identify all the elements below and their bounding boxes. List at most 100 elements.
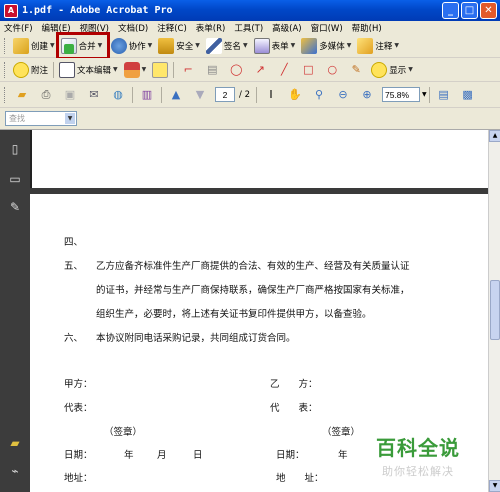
attach-button[interactable] [149,60,171,80]
callout-icon[interactable]: ⌐ [179,61,197,79]
forms-button[interactable]: 表单 ▼ [251,36,299,56]
menu-document[interactable]: 文档(D) [118,22,148,34]
date-a-label: 日期： [64,450,93,461]
chevron-down-icon: ▼ [97,42,103,49]
select-cursor-icon[interactable]: I [262,86,280,104]
clause-five-text-2: 的证书，并经常与生产厂商保持联系，确保生产厂商严格按国家有关标准， [96,285,410,296]
comments-icon[interactable]: ▰ [7,436,23,452]
tasks-toolbar: 创建 ▼ 合并 ▼ 协作 ▼ 安全 ▼ 签名 ▼ 表单 ▼ 多媒体 ▼ 注释 ▼ [0,31,500,60]
combine-button[interactable]: 合并 ▼ [55,31,110,60]
search-toolbar: 查找 ▼ [0,108,500,130]
date-a-day: 日 [193,450,203,461]
combine-files-icon [60,37,77,54]
clause-four: 四、 [64,237,84,248]
pencil-icon[interactable]: ✎ [347,61,365,79]
bookmarks-icon[interactable]: ▭ [7,172,23,188]
vertical-scrollbar[interactable]: ▲ ▼ [488,130,500,492]
zoom-input[interactable] [381,87,420,102]
email-icon[interactable]: ✉ [85,86,103,104]
show-button[interactable]: 显示 ▼ [368,60,416,80]
open-folder-icon[interactable]: ▰ [13,86,31,104]
chevron-down-icon: ▼ [394,42,399,49]
chevron-down-icon: ▼ [346,42,352,49]
addr-b-label: 地 址： [276,473,324,484]
seal-a-label: （签章） [104,427,143,438]
page-number-input[interactable] [215,87,235,102]
stamp-icon [123,61,140,78]
document-properties-icon[interactable]: ▥ [138,86,156,104]
attachments-icon[interactable]: ⌁ [7,464,23,480]
addr-a-label: 地址： [64,473,93,484]
menu-edit[interactable]: 编辑(E) [42,22,71,34]
page-break [30,188,488,194]
menu-window[interactable]: 窗口(W) [311,22,343,34]
date-b-label: 日期： [276,450,305,461]
signatures-icon[interactable]: ✎ [7,200,23,216]
fit-width-icon[interactable]: ▩ [459,86,477,104]
menu-view[interactable]: 视图(V) [80,22,109,34]
maximize-button[interactable]: □ [461,2,478,19]
cloud-icon[interactable]: ◯ [227,61,245,79]
previous-page-icon[interactable]: ▲ [167,86,185,104]
toolbar-grip[interactable] [4,86,7,103]
multimedia-button[interactable]: 多媒体 ▼ [298,36,354,56]
line-icon[interactable]: ╱ [275,61,293,79]
collaborate-icon [110,37,127,54]
secure-button[interactable]: 安全 ▼ [155,36,203,56]
close-button[interactable]: ✕ [480,2,497,19]
zoom-in-icon[interactable]: ⊕ [358,86,376,104]
print-icon[interactable]: ⎙ [37,86,55,104]
stamp-button[interactable]: ▼ [121,60,150,80]
clause-six-text: 本协议附同电话采购记录，共同组成订货合同。 [96,333,296,344]
multimedia-icon [301,37,318,54]
menu-comments[interactable]: 注释(C) [157,22,187,34]
save-icon[interactable]: ▣ [61,86,79,104]
text-edit-icon [59,61,76,78]
menu-advanced[interactable]: 高级(A) [272,22,301,34]
date-a-year: 年 [124,450,134,461]
menu-help[interactable]: 帮助(H) [352,22,382,34]
menu-forms[interactable]: 表单(R) [196,22,226,34]
menu-bar: 文件(F) 编辑(E) 视图(V) 文档(D) 注释(C) 表单(R) 工具(T… [0,21,500,34]
menu-tools[interactable]: 工具(T) [234,22,263,34]
date-b-year: 年 [338,450,348,461]
pdf-icon: A [4,3,18,18]
arrow-icon[interactable]: ↗ [251,61,269,79]
oval-icon[interactable]: ○ [323,61,341,79]
create-button[interactable]: 创建 ▼ [10,36,58,56]
next-page-icon[interactable]: ▼ [191,86,209,104]
sticky-note-button[interactable]: 附注 [10,60,51,80]
clause-five-text-3: 组织生产，必要时，将上述有关证书复印件提供甲方，以备查验。 [96,309,372,320]
collaborate-button[interactable]: 协作 ▼ [108,36,156,56]
pen-icon [205,37,222,54]
scroll-down-button[interactable]: ▼ [489,480,500,492]
date-a-month: 月 [157,450,167,461]
toolbar-grip[interactable] [4,61,7,78]
hand-icon[interactable]: ✋ [286,86,304,104]
toolbar-grip[interactable] [4,37,7,54]
chevron-down-icon: ▼ [290,42,296,49]
chevron-down-icon[interactable]: ▼ [422,91,427,98]
window-title: 1.pdf - Adobe Acrobat Pro [22,5,173,16]
clause-five-text: 乙方应备齐标准件生产厂商提供的合法、有效的生产、经营及有关质量认证 [96,261,410,272]
zoom-out-icon[interactable]: ⊖ [334,86,352,104]
text-edit-button[interactable]: 文本编辑 ▼ [56,60,121,80]
menu-file[interactable]: 文件(F) [4,22,33,34]
comment-button[interactable]: 注释 ▼ [354,36,402,56]
textbox-icon[interactable]: ▤ [203,61,221,79]
scroll-up-button[interactable]: ▲ [489,130,500,142]
zoom-tool-icon[interactable]: ⚲ [310,86,328,104]
fit-page-icon[interactable]: ▤ [435,86,453,104]
chevron-down-icon[interactable]: ▼ [65,113,75,124]
scroll-thumb[interactable] [490,280,500,340]
chevron-down-icon: ▼ [195,42,200,49]
rep-b-label: 代 表： [270,403,318,414]
web-icon[interactable]: ◍ [109,86,127,104]
sign-button[interactable]: 签名 ▼ [203,36,251,56]
search-input[interactable]: 查找 ▼ [5,111,77,126]
comment-pencil-icon [357,37,374,54]
clause-five-number: 五、 [64,261,84,272]
pages-icon[interactable]: ▯ [7,142,23,158]
minimize-button[interactable]: _ [442,2,459,19]
rectangle-icon[interactable]: □ [299,61,317,79]
